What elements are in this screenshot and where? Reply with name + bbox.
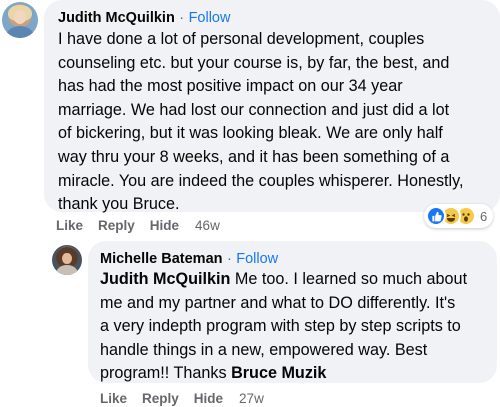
mention-link[interactable]: Bruce Muzik xyxy=(231,364,326,382)
hide-action[interactable]: Hide xyxy=(194,391,223,406)
comment-line: me and my partner and what to DO differe… xyxy=(100,293,456,312)
comment-line: has had the most positive impact on our … xyxy=(58,77,403,96)
hide-action[interactable]: Hide xyxy=(150,218,179,233)
comment-text: I have done a lot of personal developmen… xyxy=(58,28,494,217)
like-action[interactable]: Like xyxy=(56,218,83,233)
comment-line: handle things in a new, empowered way. B… xyxy=(100,340,428,359)
timestamp[interactable]: 27w xyxy=(239,391,264,406)
separator-dot: · xyxy=(179,10,185,26)
comment-line-text: program!! Thanks xyxy=(100,364,232,383)
comment-line: counseling etc. but your course is, by f… xyxy=(58,53,450,72)
like-action[interactable]: Like xyxy=(100,391,127,406)
comment-line: Judith McQuilkin Me too. I learned so mu… xyxy=(100,268,492,292)
follow-button[interactable]: Follow xyxy=(189,10,231,26)
comment-bubble-judith: Judith McQuilkin · Follow I have done a … xyxy=(44,0,500,213)
author-name[interactable]: Michelle Bateman xyxy=(100,251,223,267)
mention-link[interactable]: Judith McQuilkin xyxy=(100,270,230,288)
reply-action[interactable]: Reply xyxy=(142,391,179,406)
comment-line-text: Me too. I learned so much about xyxy=(230,270,468,288)
follow-button[interactable]: Follow xyxy=(236,251,278,267)
reactions-summary[interactable]: 6 xyxy=(424,204,494,228)
timestamp[interactable]: 46w xyxy=(195,218,220,233)
comment-bubble-michelle: Michelle Bateman · Follow Judith McQuilk… xyxy=(88,241,497,383)
comment-actions: Like Reply Hide 27w xyxy=(100,391,264,406)
avatar-michelle[interactable] xyxy=(52,245,82,275)
comment-line: a very indepth program with step by step… xyxy=(100,317,461,336)
comment-line: way thru your 8 weeks, and it has been s… xyxy=(58,147,450,166)
comment-actions: Like Reply Hide 46w xyxy=(56,218,220,233)
comment-header: Michelle Bateman · Follow xyxy=(100,250,278,268)
comment-text: Judith McQuilkin Me too. I learned so mu… xyxy=(100,268,492,386)
comment-line: of bickering, but it was looking bleak. … xyxy=(58,124,443,143)
avatar-judith[interactable] xyxy=(2,2,38,38)
comment-line: miracle. You are indeed the couples whis… xyxy=(58,171,464,190)
author-name[interactable]: Judith McQuilkin xyxy=(58,10,175,26)
comment-header: Judith McQuilkin · Follow xyxy=(58,9,230,27)
comment-line: marriage. We had lost our connection and… xyxy=(58,100,450,119)
reply-action[interactable]: Reply xyxy=(98,218,135,233)
separator-dot: · xyxy=(226,251,232,267)
reaction-count: 6 xyxy=(480,208,488,224)
comment-line: I have done a lot of personal developmen… xyxy=(58,30,425,48)
like-icon xyxy=(426,206,446,226)
comment-line: program!! Thanks Bruce Muzik xyxy=(100,362,492,386)
